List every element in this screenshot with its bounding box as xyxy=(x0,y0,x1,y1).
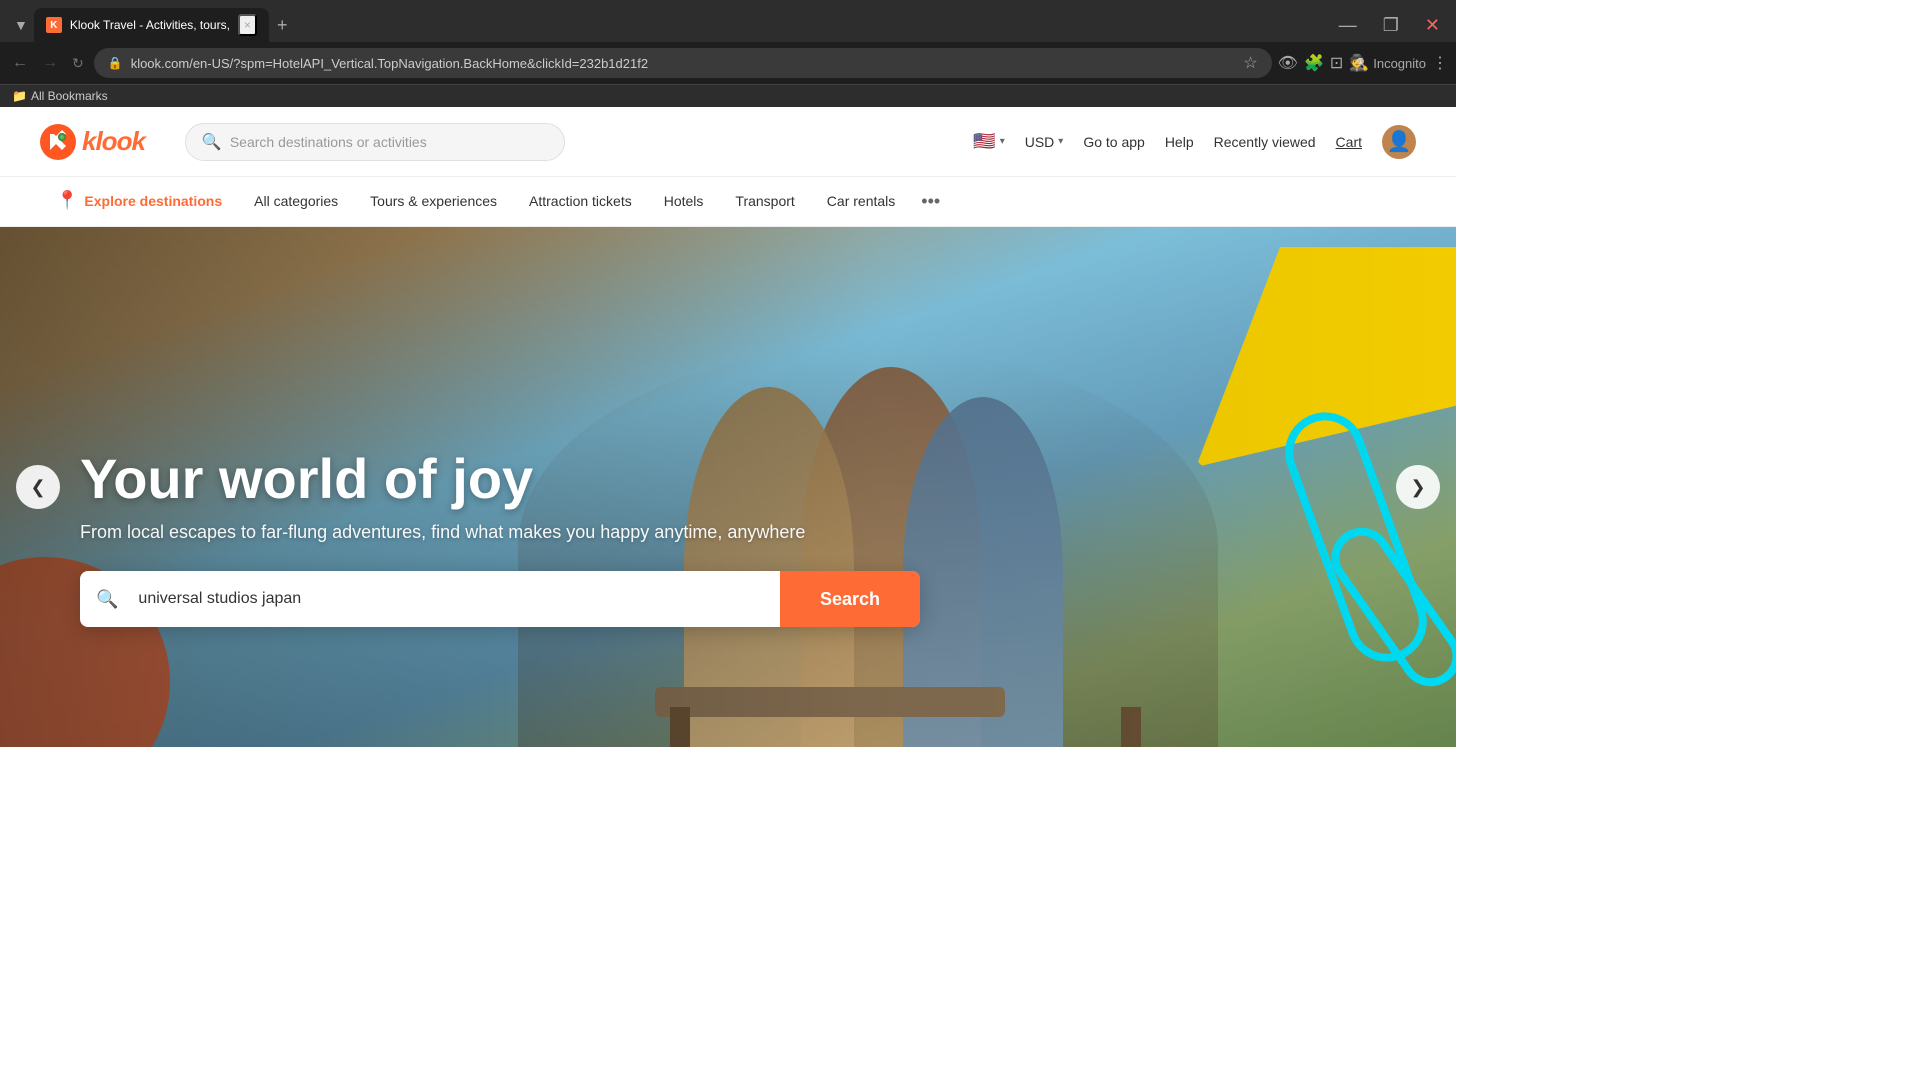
more-symbol: ••• xyxy=(921,191,940,212)
flag-chevron: ▾ xyxy=(1000,136,1005,147)
klook-logo[interactable]: klook xyxy=(40,124,145,160)
browser-chrome: ▼ K Klook Travel - Activities, tours, × … xyxy=(0,0,1456,107)
currency-chevron: ▾ xyxy=(1058,136,1063,147)
currency-selector[interactable]: USD ▾ xyxy=(1025,134,1064,150)
nav-all-categories[interactable]: All categories xyxy=(238,177,354,227)
flag-emoji: 🇺🇸 xyxy=(973,131,995,152)
incognito-text: Incognito xyxy=(1373,56,1426,71)
hero-subtitle: From local escapes to far-flung adventur… xyxy=(80,522,920,543)
currency-label: USD xyxy=(1025,134,1055,150)
visibility-icon: 👁 xyxy=(1278,53,1298,73)
language-selector[interactable]: 🇺🇸 ▾ xyxy=(973,131,1004,152)
url-text: klook.com/en-US/?spm=HotelAPI_Vertical.T… xyxy=(131,56,1236,71)
nav-more-button[interactable]: ••• xyxy=(911,177,950,227)
site-navigation: 📍 Explore destinations All categories To… xyxy=(0,177,1456,227)
recently-viewed-link[interactable]: Recently viewed xyxy=(1214,134,1316,150)
profile-icon[interactable]: ⊡ xyxy=(1330,53,1343,73)
extensions-icon[interactable]: 🧩 xyxy=(1304,53,1324,73)
maximize-button[interactable]: ❐ xyxy=(1375,11,1407,40)
active-tab[interactable]: K Klook Travel - Activities, tours, × xyxy=(34,8,269,42)
site-header: klook 🔍 Search destinations or activitie… xyxy=(0,107,1456,177)
address-input[interactable]: 🔒 klook.com/en-US/?spm=HotelAPI_Vertical… xyxy=(94,48,1272,78)
nav-explore-label: Explore destinations xyxy=(84,193,222,209)
bookmark-icon[interactable]: ☆ xyxy=(1243,53,1257,73)
cart-link[interactable]: Cart xyxy=(1336,134,1362,150)
bookmarks-label[interactable]: All Bookmarks xyxy=(31,89,108,103)
nav-all-categories-label: All categories xyxy=(254,193,338,209)
location-dot-icon: 📍 xyxy=(56,190,78,211)
reload-button[interactable]: ↻ xyxy=(68,51,88,76)
tab-close-button[interactable]: × xyxy=(238,14,257,36)
header-search-icon: 🔍 xyxy=(202,132,222,152)
nav-attraction-label: Attraction tickets xyxy=(529,193,632,209)
tab-title: Klook Travel - Activities, tours, xyxy=(70,18,230,32)
forward-button[interactable]: → xyxy=(38,50,62,76)
header-search-bar[interactable]: 🔍 Search destinations or activities xyxy=(185,123,565,161)
nav-hotels-label: Hotels xyxy=(664,193,704,209)
nav-attraction-tickets[interactable]: Attraction tickets xyxy=(513,177,648,227)
logo-text: klook xyxy=(82,126,145,157)
window-controls: — ❐ ✕ xyxy=(1331,11,1448,40)
nav-car-rentals-label: Car rentals xyxy=(827,193,895,209)
hero-search-bar: 🔍 Search xyxy=(80,571,920,627)
hero-search-icon: 🔍 xyxy=(80,589,118,610)
nav-tours-label: Tours & experiences xyxy=(370,193,497,209)
website: klook 🔍 Search destinations or activitie… xyxy=(0,107,1456,747)
nav-transport-label: Transport xyxy=(735,193,794,209)
nav-hotels[interactable]: Hotels xyxy=(648,177,720,227)
nav-transport[interactable]: Transport xyxy=(719,177,810,227)
minimize-button[interactable]: — xyxy=(1331,11,1365,40)
bookmarks-bar: 📁 All Bookmarks xyxy=(0,84,1456,107)
hero-content: Your world of joy From local escapes to … xyxy=(80,448,920,627)
help-link[interactable]: Help xyxy=(1165,134,1194,150)
address-bar-row: ← → ↻ 🔒 klook.com/en-US/?spm=HotelAPI_Ve… xyxy=(0,42,1456,84)
user-avatar[interactable]: 👤 xyxy=(1382,125,1416,159)
nav-explore-destinations[interactable]: 📍 Explore destinations xyxy=(40,177,238,227)
nav-tours-experiences[interactable]: Tours & experiences xyxy=(354,177,513,227)
tab-favicon: K xyxy=(46,17,62,33)
browser-more-button[interactable]: ⋮ xyxy=(1432,53,1448,73)
hero-title: Your world of joy xyxy=(80,448,920,510)
hero-search-button[interactable]: Search xyxy=(780,571,920,627)
hero-section: Your world of joy From local escapes to … xyxy=(0,227,1456,747)
incognito-indicator: 🕵 Incognito xyxy=(1349,53,1426,73)
hero-next-button[interactable]: ❯ xyxy=(1396,465,1440,509)
nav-car-rentals[interactable]: Car rentals xyxy=(811,177,911,227)
back-button[interactable]: ← xyxy=(8,50,32,76)
go-to-app-link[interactable]: Go to app xyxy=(1083,134,1145,150)
header-right: 🇺🇸 ▾ USD ▾ Go to app Help Recently viewe… xyxy=(973,125,1416,159)
close-window-button[interactable]: ✕ xyxy=(1417,11,1448,40)
incognito-icon: 🕵 xyxy=(1349,53,1369,73)
hero-search-input[interactable] xyxy=(118,590,780,608)
bookmarks-folder-icon: 📁 xyxy=(12,89,27,103)
hero-prev-button[interactable]: ❮ xyxy=(16,465,60,509)
tab-list-button[interactable]: ▼ xyxy=(8,13,34,37)
header-search-placeholder: Search destinations or activities xyxy=(230,134,427,150)
lock-icon: 🔒 xyxy=(108,56,123,70)
new-tab-button[interactable]: + xyxy=(269,11,296,40)
klook-logo-icon xyxy=(40,124,76,160)
